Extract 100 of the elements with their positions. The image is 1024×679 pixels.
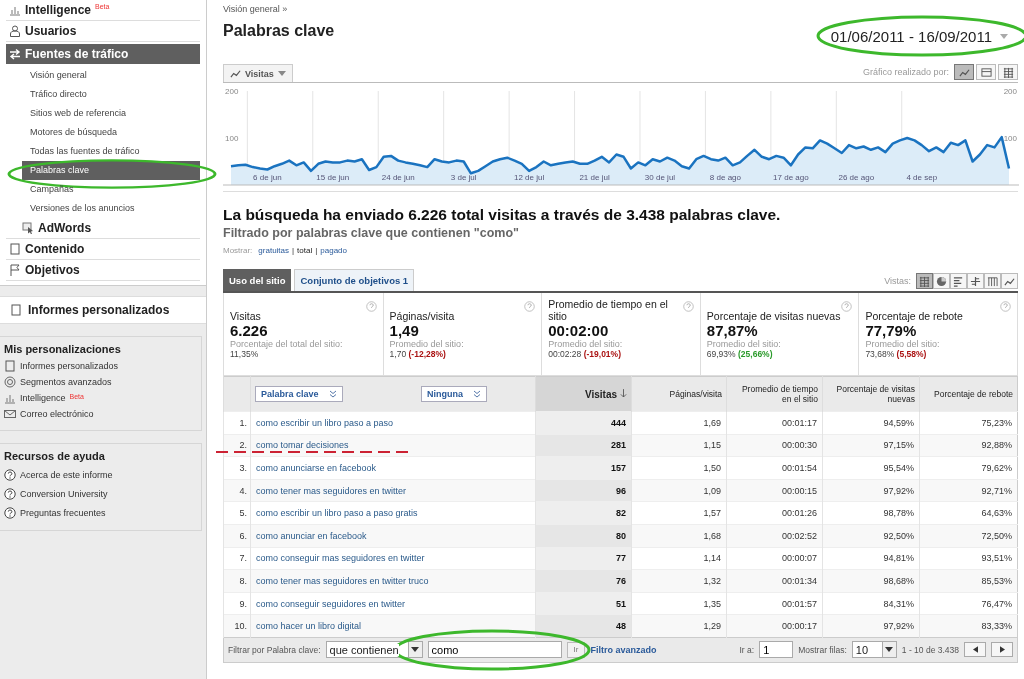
left-triangle-icon xyxy=(972,646,978,654)
metric-dropdown[interactable]: Visitas xyxy=(223,64,293,82)
view-button[interactable] xyxy=(916,273,933,289)
metric-label: Porcentaje de rebote xyxy=(865,310,963,322)
panel-link[interactable]: Informes personalizados xyxy=(4,358,197,374)
nav-subitem[interactable]: Versiones de los anuncios xyxy=(6,199,200,218)
x-tick-label: 15 de jun xyxy=(316,173,350,182)
table-cell: 97,92% xyxy=(822,614,920,638)
row-number: 8. xyxy=(239,575,247,586)
view-button[interactable] xyxy=(933,273,950,289)
show-option-link[interactable]: gratuitas xyxy=(258,246,290,255)
show-option-link[interactable]: total xyxy=(297,246,313,255)
tab[interactable]: Conjunto de objetivos 1 xyxy=(294,269,415,291)
secondary-dimension-dropdown[interactable]: Ninguna xyxy=(420,386,487,402)
filter-note: Filtrado por palabras clave que contienen "como" xyxy=(223,226,520,240)
nav-subitem[interactable]: Motores de búsqueda xyxy=(6,123,200,142)
column-header[interactable]: Visitas xyxy=(535,376,632,412)
table-cell: 83,33% xyxy=(919,614,1018,638)
view-button[interactable] xyxy=(1001,273,1018,289)
x-tick-label: 21 de jul xyxy=(579,173,610,182)
panel-link[interactable]: Conversion University xyxy=(4,484,197,503)
help-icon xyxy=(4,468,16,481)
keyword-link[interactable]: como anunciar en facebook xyxy=(256,530,367,541)
match-dropdown[interactable]: que contienen xyxy=(325,641,423,659)
change-value: (5,58%) xyxy=(896,349,927,359)
separator: | xyxy=(292,246,295,255)
nav-item[interactable]: Objetivos xyxy=(6,260,200,281)
table-cell: 444 xyxy=(535,411,632,435)
keyword-link[interactable]: como conseguir seguidores en twitter xyxy=(256,598,406,609)
site-value: 69,93% xyxy=(706,349,736,359)
keyword-link[interactable]: como conseguir mas seguidores en twitter xyxy=(256,553,425,564)
chart-mode-button[interactable] xyxy=(976,64,996,80)
dimension-dropdown[interactable]: Palabra clave xyxy=(255,386,343,402)
column-header[interactable]: Porcentaje de visitas nuevas xyxy=(822,376,920,412)
table-view-icon xyxy=(1002,66,1014,78)
metric-value: 77,79% xyxy=(865,322,918,339)
chart-mode-button[interactable] xyxy=(998,64,1018,80)
keyword-link[interactable]: como escribir un libro paso a paso gratis xyxy=(256,508,418,519)
goto-input[interactable]: 1 xyxy=(759,641,794,659)
chevron-icon xyxy=(328,390,337,398)
panel-link[interactable]: Preguntas frecuentes xyxy=(4,503,197,522)
table-cell: 157 xyxy=(535,456,632,480)
keyword-link[interactable]: como escribir un libro paso a paso xyxy=(256,417,394,428)
filter-label: Filtrar por Palabra clave: xyxy=(228,644,321,655)
row-number: 4. xyxy=(239,485,247,496)
chart-by-label: Gráfico realizado por: xyxy=(862,67,949,77)
nav-subitem[interactable]: Tráfico directo xyxy=(6,85,200,104)
keyword-link[interactable]: como hacer un libro digital xyxy=(256,621,362,632)
metric-label: Porcentaje de visitas nuevas xyxy=(706,310,841,322)
metric-value: 87,87% xyxy=(706,322,759,339)
nav-subitem[interactable]: Visión general xyxy=(6,66,200,85)
row-number: 7. xyxy=(239,553,247,564)
panel-link[interactable]: Acerca de este informe xyxy=(4,465,197,484)
nav-item[interactable]: Fuentes de tráfico xyxy=(6,44,200,64)
column-header[interactable]: Promedio de tiempo en el sitio xyxy=(726,376,823,412)
panel-link[interactable]: Correo electrónico xyxy=(4,406,197,422)
column-header[interactable]: Páginas/visita xyxy=(631,376,727,412)
nav-subitem[interactable]: Sitios web de referencia xyxy=(6,104,200,123)
panel-link[interactable]: Segmentos avanzados xyxy=(4,374,197,390)
row-number: 3. xyxy=(239,463,247,473)
table-cell: 92,50% xyxy=(822,524,920,548)
view-button[interactable] xyxy=(950,273,967,289)
table-cell: 97,92% xyxy=(822,479,920,502)
rows-dropdown[interactable]: 10 xyxy=(851,641,897,659)
y-tick-label: 200 xyxy=(1003,87,1017,96)
tab[interactable]: Uso del sitio xyxy=(223,269,292,291)
y-tick-label: 100 xyxy=(225,134,239,143)
breadcrumb-link[interactable]: Visión general » xyxy=(223,4,335,14)
change-value: (25,66%) xyxy=(738,349,773,359)
separator: | xyxy=(315,246,318,255)
row-number: 1. xyxy=(239,417,247,428)
keyword-link[interactable]: como tomar decisiones xyxy=(256,440,349,451)
nav-subitem[interactable]: Todas las fuentes de tráfico xyxy=(6,142,200,161)
next-page-button[interactable] xyxy=(991,642,1013,658)
nav-item[interactable]: Contenido xyxy=(6,239,200,260)
x-tick-label: 3 de jul xyxy=(450,173,477,182)
nav-subitem[interactable]: Campañas xyxy=(6,180,200,199)
pivot-icon xyxy=(987,275,998,287)
table-cell: 1,68 xyxy=(631,524,727,548)
show-option-link[interactable]: pagado xyxy=(320,246,347,255)
chart-mode-button[interactable] xyxy=(954,64,974,80)
person-icon xyxy=(9,25,21,37)
page-icon xyxy=(9,243,21,255)
view-button[interactable] xyxy=(984,273,1001,289)
panel-title: Mis personalizaciones xyxy=(4,343,122,355)
nav-item[interactable]: AdWords xyxy=(6,218,200,239)
keyword-link[interactable]: como anunciarse en facebook xyxy=(256,463,377,473)
metric-value: 00:02:00 xyxy=(548,322,610,339)
view-button[interactable] xyxy=(967,273,984,289)
column-header[interactable]: Porcentaje de rebote xyxy=(919,376,1018,412)
line-chart-icon xyxy=(958,66,970,78)
nav-item[interactable]: Usuarios xyxy=(6,21,200,42)
row-number: 5. xyxy=(239,508,247,519)
filter-input[interactable]: como xyxy=(427,641,562,659)
site-value: 73,68% xyxy=(865,349,895,359)
site-value: 11,35% xyxy=(230,349,259,359)
row-number: 2. xyxy=(239,440,247,451)
site-value: 00:02:28 xyxy=(548,349,582,359)
previous-page-button[interactable] xyxy=(964,642,986,658)
advanced-filter-link[interactable]: Filtro avanzado xyxy=(590,644,657,655)
